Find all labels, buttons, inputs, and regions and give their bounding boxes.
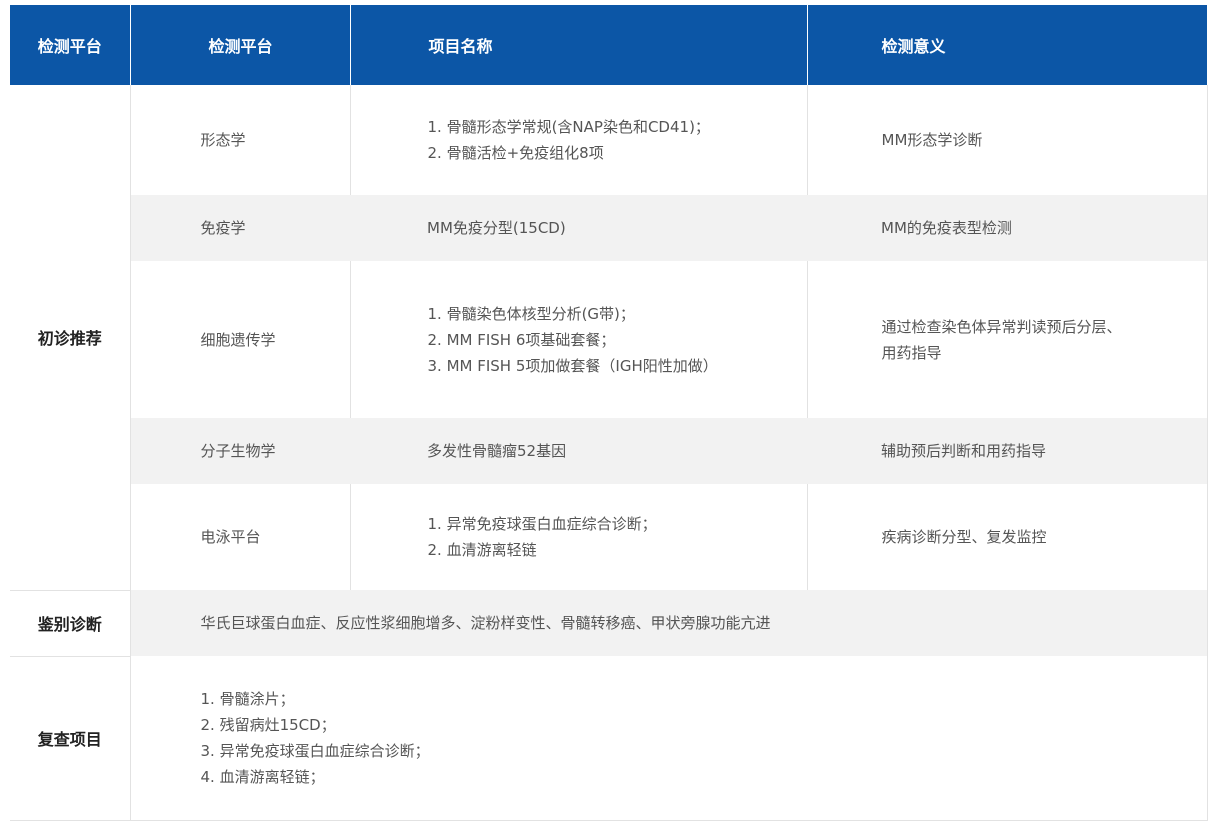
header-platform: 检测平台 [129,5,350,85]
significance-cell: 通过检查染色体异常判读预后分层、 用药指导 [806,261,1208,418]
significance-line: MM的免疫表型检测 [881,219,1012,237]
platform-cell: 细胞遗传学 [130,261,350,418]
item-line: 多发性骨髓瘤52基因 [427,442,567,460]
table-header-row: 检测平台 检测平台 项目名称 检测意义 [10,5,1207,85]
item-line: 1. 异常免疫球蛋白血症综合诊断； [427,515,657,533]
table-row: 复查项目 1. 骨髓涂片； 2. 残留病灶15CD； 3. 异常免疫球蛋白血症综… [10,656,1208,821]
significance-cell: 疾病诊断分型、复发监控 [806,484,1208,590]
recheck-line: 3. 异常免疫球蛋白血症综合诊断； [200,741,430,760]
significance-cell: MM形态学诊断 [806,85,1208,195]
recheck-line: 1. 骨髓涂片； [200,689,295,708]
item-line: 2. 骨髓活检+免疫组化8项 [427,144,604,162]
category-initial: 初诊推荐 [10,85,131,591]
table-row: 免疫学 MM免疫分型(15CD) MM的免疫表型检测 [10,195,1208,261]
platform-cell: 分子生物学 [130,418,350,484]
platform-cell: 免疫学 [130,195,350,261]
table-row: 鉴别诊断 华氏巨球蛋白血症、反应性浆细胞增多、淀粉样变性、骨髓转移癌、甲状旁腺功… [10,590,1208,657]
item-line: 3. MM FISH 5项加做套餐（IGH阳性加做） [427,356,718,375]
recheck-line: 4. 血清游离轻链； [200,767,325,786]
table-row: 细胞遗传学 1. 骨髓染色体核型分析(G带)； 2. MM FISH 6项基础套… [10,261,1208,418]
header-significance: 检测意义 [806,5,1207,85]
category-recheck: 复查项目 [10,656,131,821]
item-line: 2. 血清游离轻链 [427,541,537,559]
platform-cell: 形态学 [130,85,350,195]
recheck-line: 2. 残留病灶15CD； [200,715,336,734]
item-cell: MM免疫分型(15CD) [350,195,807,261]
detection-table: 检测平台 检测平台 项目名称 检测意义 初诊推荐 形态学 1. 骨髓形态学常规(… [10,5,1208,821]
item-line: 2. MM FISH 6项基础套餐； [427,330,616,349]
item-line: MM免疫分型(15CD) [427,219,566,237]
item-cell: 1. 骨髓形态学常规(含NAP染色和CD41)； 2. 骨髓活检+免疫组化8项 [349,85,807,195]
differential-text: 华氏巨球蛋白血症、反应性浆细胞增多、淀粉样变性、骨髓转移癌、甲状旁腺功能亢进 [130,590,1208,656]
significance-line: 疾病诊断分型、复发监控 [881,528,1047,546]
item-cell: 1. 骨髓染色体核型分析(G带)； 2. MM FISH 6项基础套餐； 3. … [349,261,807,418]
significance-line: 通过检查染色体异常判读预后分层、 [881,317,1122,336]
significance-cell: MM的免疫表型检测 [807,195,1208,261]
recheck-items: 1. 骨髓涂片； 2. 残留病灶15CD； 3. 异常免疫球蛋白血症综合诊断； … [130,656,1208,821]
item-line: 1. 骨髓染色体核型分析(G带)； [427,304,635,323]
significance-line: 辅助预后判断和用药指导 [881,442,1047,460]
platform-cell: 电泳平台 [130,484,350,590]
header-category: 检测平台 [10,5,130,85]
significance-line: MM形态学诊断 [881,131,983,149]
table-row: 初诊推荐 形态学 1. 骨髓形态学常规(含NAP染色和CD41)； 2. 骨髓活… [10,85,1208,591]
item-line: 1. 骨髓形态学常规(含NAP染色和CD41)； [427,118,710,136]
significance-line: 用药指导 [881,343,942,362]
table-row: 电泳平台 1. 异常免疫球蛋白血症综合诊断； 2. 血清游离轻链 疾病诊断分型、… [10,484,1208,590]
header-item-name: 项目名称 [349,5,807,85]
significance-cell: 辅助预后判断和用药指导 [807,418,1208,484]
item-cell: 多发性骨髓瘤52基因 [350,418,807,484]
table-row: 分子生物学 多发性骨髓瘤52基因 辅助预后判断和用药指导 [10,418,1208,484]
category-differential: 鉴别诊断 [10,590,131,657]
item-cell: 1. 异常免疫球蛋白血症综合诊断； 2. 血清游离轻链 [349,484,807,590]
